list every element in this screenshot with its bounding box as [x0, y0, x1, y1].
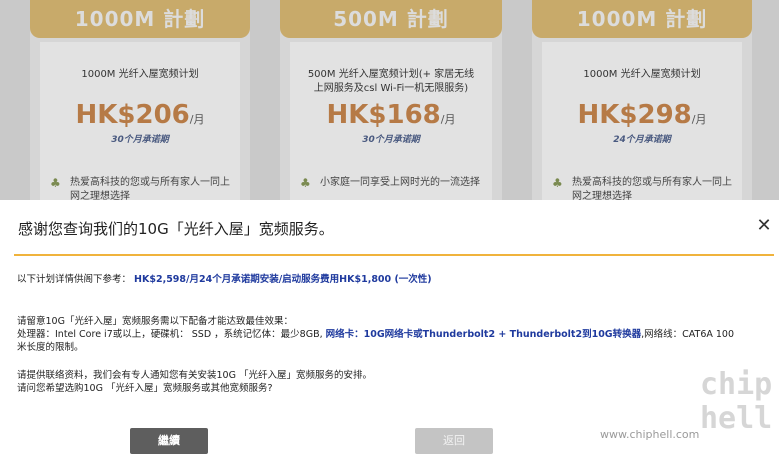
inquiry-modal: 感谢您查询我们的10G「光纤入屋」宽频服务。 ✕ 以下计划详情供阁下参考： HK… — [0, 200, 779, 463]
plan-details-line: 以下计划详情供阁下参考： HK$2,598/月24个月承诺期安装/启动服务费用H… — [17, 273, 432, 286]
watermark-logo: chip hell — [700, 367, 773, 436]
requirements-line-cont: 米长度的限制。 — [17, 342, 84, 353]
plan-name: 1000M 光纤入屋宽频计划 — [583, 69, 701, 80]
plan-card-3: 1000M 計劃 1000M 光纤入屋宽频计划 HK$298/月 24个月承诺期… — [532, 0, 752, 215]
plan-details-value: HK$2,598/月24个月承诺期安装/启动服务费用HK$1,800 (一次性) — [134, 274, 432, 285]
price-unit: /月 — [189, 113, 205, 126]
family-icon: ♣ — [50, 176, 61, 190]
plan-desc-text: 热爱高科技的您或与所有家人一同上网之理想选择 — [572, 177, 732, 202]
plan-price: HK$206/月 — [40, 100, 240, 130]
plan-desc: ♣ 小家庭一同享受上网时光的一流选择 — [300, 176, 482, 190]
plan-desc-text: 热爱高科技的您或与所有家人一同上网之理想选择 — [70, 177, 230, 202]
price-unit: /月 — [440, 113, 456, 126]
plan-header: 500M 計劃 — [280, 0, 502, 38]
plan-card-1: 1000M 計劃 1000M 光纤入屋宽频计划 HK$206/月 30个月承诺期… — [30, 0, 250, 215]
contact-note: 请提供联络资料，我们会有专人通知您有关安装10G 「光纤入屋」宽频服务的安排。 — [17, 370, 372, 381]
plan-details-label: 以下计划详情供阁下参考： — [17, 274, 132, 285]
plan-price: HK$168/月 — [290, 100, 492, 130]
plan-header: 1000M 計劃 — [30, 0, 250, 38]
plan-body: 1000M 光纤入屋宽频计划 HK$206/月 30个月承诺期 ♣ 热爱高科技的您… — [40, 42, 240, 215]
requirements-hardware: 处理器：Intel Core i7或以上，硬碟机： SSD ，系统记忆体：最少8… — [17, 329, 326, 340]
purchase-question: 请问您希望选购10G 「光纤入屋」宽频服务或其他宽频服务? — [17, 383, 273, 394]
requirements-cable: ,网络线：CAT6A 100 — [641, 329, 735, 340]
plan-body: 1000M 光纤入屋宽频计划 HK$298/月 24个月承诺期 ♣ 热爱高科技的您… — [542, 42, 742, 215]
continue-button[interactable]: 繼續 — [130, 428, 208, 454]
family-icon: ♣ — [300, 176, 311, 190]
plan-card-2: 500M 計劃 500M 光纤入屋宽频计划(+ 家居无线上网服务及csl Wi-… — [280, 0, 502, 215]
plan-name: 500M 光纤入屋宽频计划(+ 家居无线上网服务及csl Wi-Fi一机无限服务… — [307, 69, 475, 94]
plan-term: 24个月承诺期 — [613, 135, 671, 145]
modal-title: 感谢您查询我们的10G「光纤入屋」宽频服务。 — [18, 220, 334, 238]
price-value: HK$168 — [326, 100, 441, 130]
family-icon: ♣ — [552, 176, 563, 190]
close-icon[interactable]: ✕ — [754, 216, 774, 236]
requirements-network-card: 网络卡：10G网络卡或Thunderbolt2 + Thunderbolt2到1… — [325, 329, 642, 340]
plan-price: HK$298/月 — [542, 100, 742, 130]
plan-desc-text: 小家庭一同享受上网时光的一流选择 — [320, 177, 480, 188]
requirements-line: 处理器：Intel Core i7或以上，硬碟机： SSD ，系统记忆体：最少8… — [17, 328, 767, 341]
price-unit: /月 — [691, 113, 707, 126]
price-value: HK$206 — [75, 100, 190, 130]
plan-name: 1000M 光纤入屋宽频计划 — [81, 69, 199, 80]
price-value: HK$298 — [577, 100, 692, 130]
plan-header: 1000M 計劃 — [532, 0, 752, 38]
modal-divider — [14, 254, 774, 256]
back-button[interactable]: 返回 — [415, 428, 493, 454]
plan-body: 500M 光纤入屋宽频计划(+ 家居无线上网服务及csl Wi-Fi一机无限服务… — [290, 42, 492, 215]
plan-term: 30个月承诺期 — [111, 135, 169, 145]
plan-term: 30个月承诺期 — [362, 135, 420, 145]
requirements-intro: 请留意10G「光纤入屋」宽频服务需以下配备才能达致最佳效果： — [17, 316, 293, 327]
watermark-url: www.chiphell.com — [600, 428, 700, 441]
